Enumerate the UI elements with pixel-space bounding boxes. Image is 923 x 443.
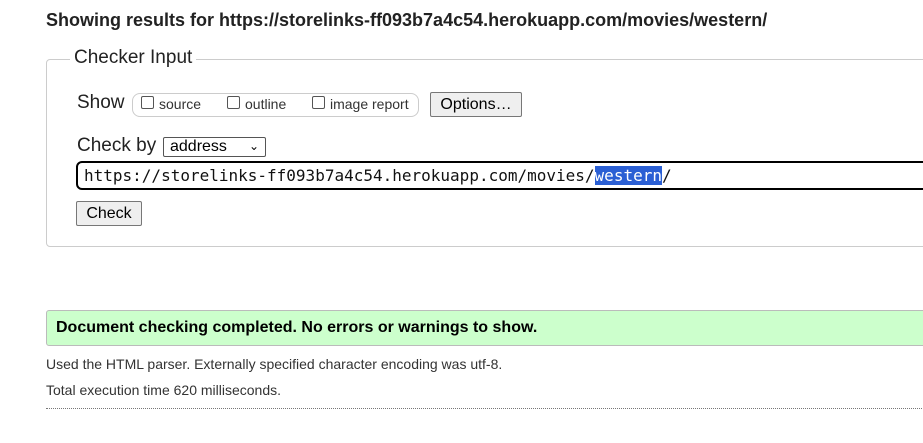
check-by-label: Check by [77,135,157,156]
url-text: https://storelinks-ff093b7a4c54.herokuap… [84,166,595,185]
chevron-down-icon: ⌄ [248,139,259,153]
show-label: Show [77,92,125,113]
source-label: source [159,96,202,112]
check-by-value: address [170,138,227,155]
page-title: Showing results for https://storelinks-f… [46,10,768,30]
checkbox-icon[interactable] [227,95,240,109]
execution-time: Total execution time 620 milliseconds. [46,382,282,398]
checkbox-icon[interactable] [141,95,154,109]
check-button[interactable]: Check [76,201,142,226]
url-selected-text: western [594,166,662,185]
url-suffix: / [661,166,672,185]
options-button[interactable]: Options… [430,92,522,117]
source-checkbox[interactable]: source [141,95,202,112]
check-by-select[interactable]: address ⌄ [163,137,266,157]
fieldset-legend: Checker Input [70,47,197,69]
image-report-checkbox[interactable]: image report [312,95,409,112]
success-message: Document checking completed. No errors o… [46,310,923,346]
show-options-group: source outline image report [132,93,419,117]
outline-checkbox[interactable]: outline [227,95,287,112]
parser-info: Used the HTML parser. Externally specifi… [46,356,503,372]
outline-label: outline [245,96,287,112]
divider [46,408,923,409]
image-report-label: image report [330,96,409,112]
url-input[interactable]: https://storelinks-ff093b7a4c54.herokuap… [76,161,923,190]
checkbox-icon[interactable] [312,95,325,109]
